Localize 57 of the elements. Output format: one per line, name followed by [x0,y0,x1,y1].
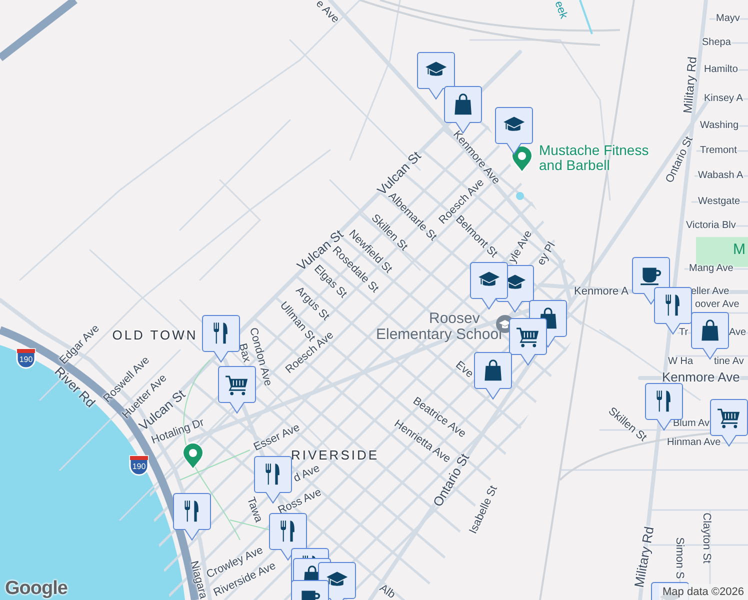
street-label: Shepa [702,38,731,48]
shopping-bag-icon [454,94,472,115]
pond-dot [516,192,524,200]
school-label: Roosev [429,311,480,326]
street-label: Ross Ave [276,487,324,517]
street-label: W Ha [668,357,693,367]
street-label: Wabash A [698,171,744,181]
street-label: Alb [377,582,397,600]
street-label: yle Ave [507,228,535,266]
graduation-cap-icon [426,62,447,76]
street-label: Eve [453,360,475,380]
shopping-cart-icon [516,328,539,348]
neighborhood-label: OLD TOWN [112,328,198,342]
street-label: Victoria Blv [686,221,736,231]
graduation-cap-icon [478,272,500,286]
street-label: Westgate [698,197,740,207]
park-label: M [733,241,746,258]
street-label: Hinman Ave [667,438,721,448]
street-label: oover Ave [695,300,740,310]
street-label: Ave [729,328,746,338]
street-label: Niagara [188,560,208,600]
highway-shield: 190 [128,454,150,476]
shopping-bag-icon [484,360,502,381]
coffee-cup-icon [300,590,320,600]
street-label: Mayv [716,14,740,24]
street-label: e Ave [313,0,341,26]
street-label: ey Pl [536,240,558,268]
neighborhood-label: RIVERSIDE [290,448,380,462]
street-label: Washing [700,121,739,131]
place-label[interactable]: Mustache Fitness and Barbell [539,143,661,172]
street-label: Kinsey A [704,94,743,104]
shopping-cart-icon [226,376,248,396]
street-label: Simon S [674,537,684,579]
street-label: Tawa [244,496,264,524]
street-label: Kenmore Ave [662,370,740,384]
street-label: Hamilto [704,65,738,75]
street-label: Bax [236,342,252,364]
shopping-bag-icon [702,320,718,341]
creek-label: eek [552,0,570,20]
shopping-cart-icon [718,408,740,428]
creek-line [579,0,593,34]
coffee-cup-icon [640,268,662,286]
school-label: Elementary School [376,327,502,342]
google-logo: Google [5,578,68,600]
street-label: Clayton St [700,512,712,564]
highway-shield: 190 [15,347,37,369]
street-label: Mang Ave [689,264,734,274]
street-label: Tremont [700,146,737,156]
street-label: Military Rd [632,526,656,588]
park-pin-icon [182,442,204,470]
street-label: d Ave [292,463,322,485]
street-label: Tr [679,328,688,338]
graduation-cap-icon [326,572,348,586]
street-label: Kenmore A [574,286,628,298]
graduation-cap-icon [504,116,525,131]
street-label: tine Av [714,357,744,367]
street-label: Military Rd [682,56,698,114]
